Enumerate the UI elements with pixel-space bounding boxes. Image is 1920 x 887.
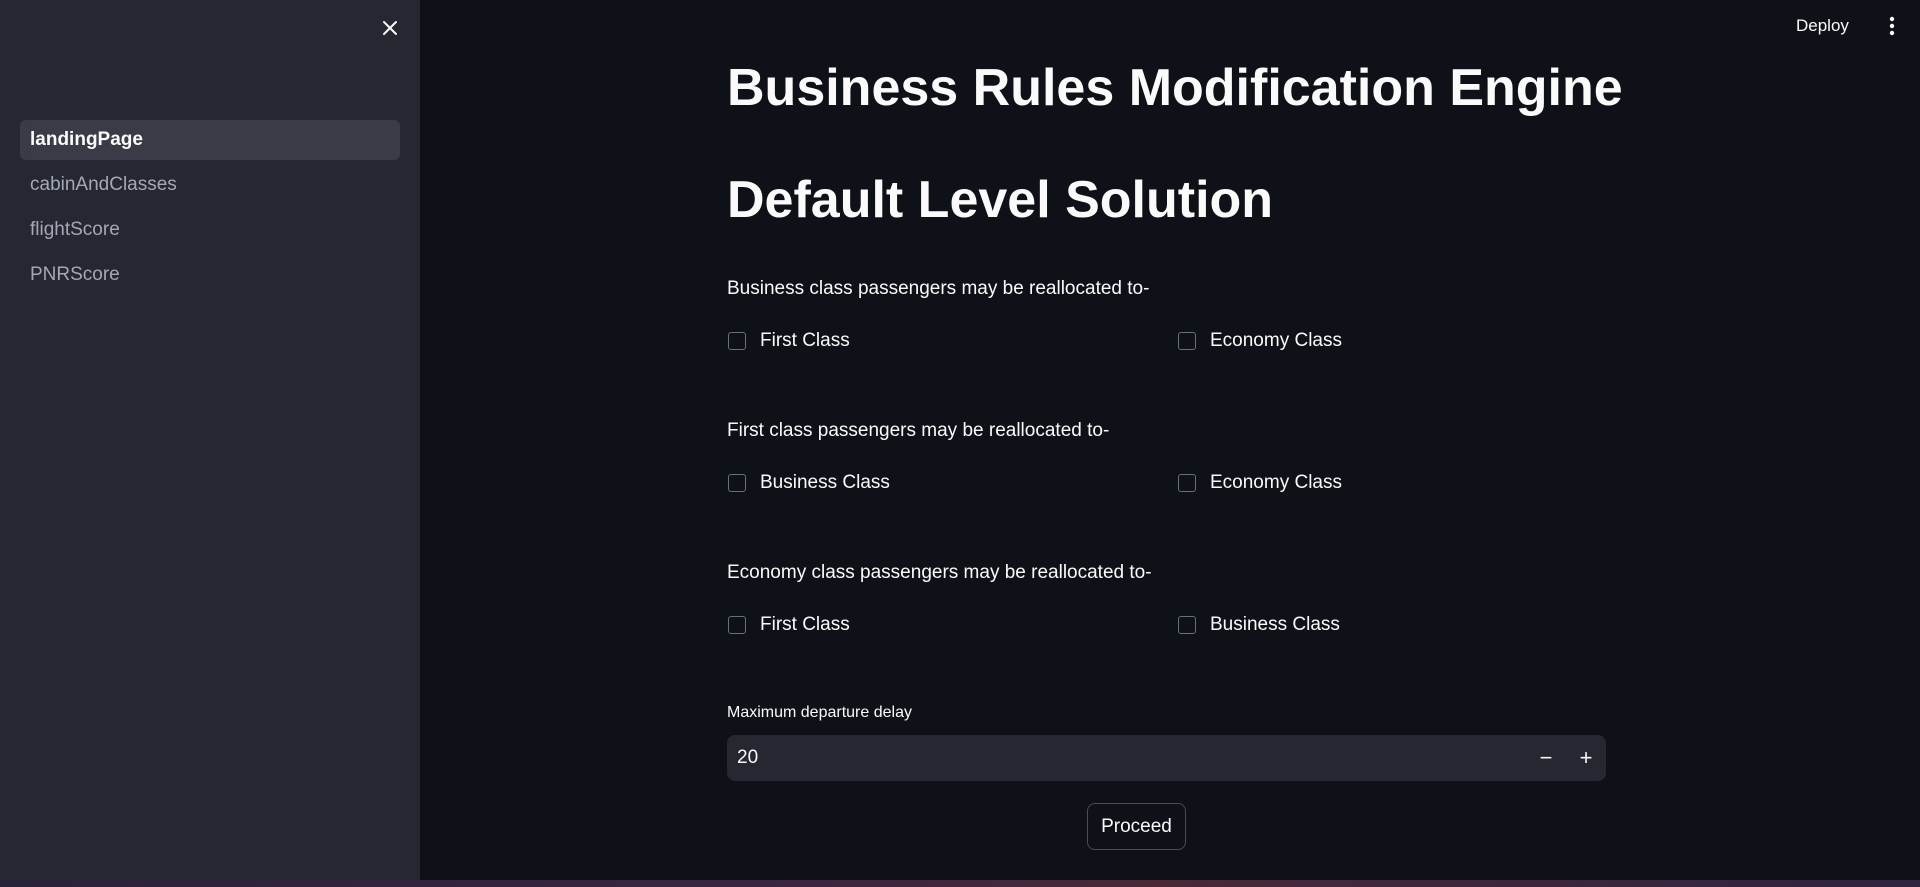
- max-delay-label: Maximum departure delay: [727, 704, 912, 721]
- economy-class-options: First Class Business Class: [727, 610, 1607, 640]
- max-delay-stepper: − +: [727, 735, 1606, 781]
- decrement-button[interactable]: −: [1526, 735, 1566, 781]
- checkbox-box[interactable]: [728, 474, 746, 492]
- checkbox-box[interactable]: [1178, 332, 1196, 350]
- business-class-options: First Class Economy Class: [727, 326, 1607, 356]
- business-to-first-checkbox[interactable]: First Class: [728, 326, 850, 356]
- sidebar-item-landingpage[interactable]: landingPage: [20, 120, 400, 160]
- checkbox-box[interactable]: [728, 616, 746, 634]
- checkbox-label: Business Class: [1210, 614, 1340, 635]
- first-class-question: First class passengers may be reallocate…: [727, 420, 1110, 441]
- checkbox-box[interactable]: [1178, 616, 1196, 634]
- checkbox-label: Business Class: [760, 472, 890, 493]
- economy-class-question: Economy class passengers may be realloca…: [727, 562, 1152, 583]
- business-to-economy-checkbox[interactable]: Economy Class: [1178, 326, 1342, 356]
- proceed-button[interactable]: Proceed: [1087, 803, 1186, 850]
- bottom-strip: [0, 880, 1920, 887]
- first-to-economy-checkbox[interactable]: Economy Class: [1178, 468, 1342, 498]
- checkbox-box[interactable]: [728, 332, 746, 350]
- increment-button[interactable]: +: [1566, 735, 1606, 781]
- checkbox-label: First Class: [760, 330, 850, 351]
- checkbox-label: Economy Class: [1210, 330, 1342, 351]
- close-icon[interactable]: [378, 16, 402, 40]
- page-subtitle: Default Level Solution: [727, 171, 1274, 229]
- vertical-dots-icon[interactable]: [1884, 14, 1900, 38]
- economy-to-first-checkbox[interactable]: First Class: [728, 610, 850, 640]
- app-root: landingPage cabinAndClasses flightScore …: [0, 0, 1920, 887]
- first-to-business-checkbox[interactable]: Business Class: [728, 468, 890, 498]
- deploy-button[interactable]: Deploy: [1796, 12, 1849, 40]
- economy-to-business-checkbox[interactable]: Business Class: [1178, 610, 1340, 640]
- checkbox-label: Economy Class: [1210, 472, 1342, 493]
- first-class-options: Business Class Economy Class: [727, 468, 1607, 498]
- checkbox-box[interactable]: [1178, 474, 1196, 492]
- sidebar: landingPage cabinAndClasses flightScore …: [0, 0, 420, 880]
- sidebar-item-pnrscore[interactable]: PNRScore: [20, 255, 400, 295]
- sidebar-nav: landingPage cabinAndClasses flightScore …: [20, 120, 400, 300]
- page-title: Business Rules Modification Engine: [727, 59, 1623, 117]
- sidebar-item-flightscore[interactable]: flightScore: [20, 210, 400, 250]
- max-delay-input[interactable]: [737, 735, 1337, 781]
- business-class-question: Business class passengers may be realloc…: [727, 278, 1150, 299]
- sidebar-item-cabinandclasses[interactable]: cabinAndClasses: [20, 165, 400, 205]
- checkbox-label: First Class: [760, 614, 850, 635]
